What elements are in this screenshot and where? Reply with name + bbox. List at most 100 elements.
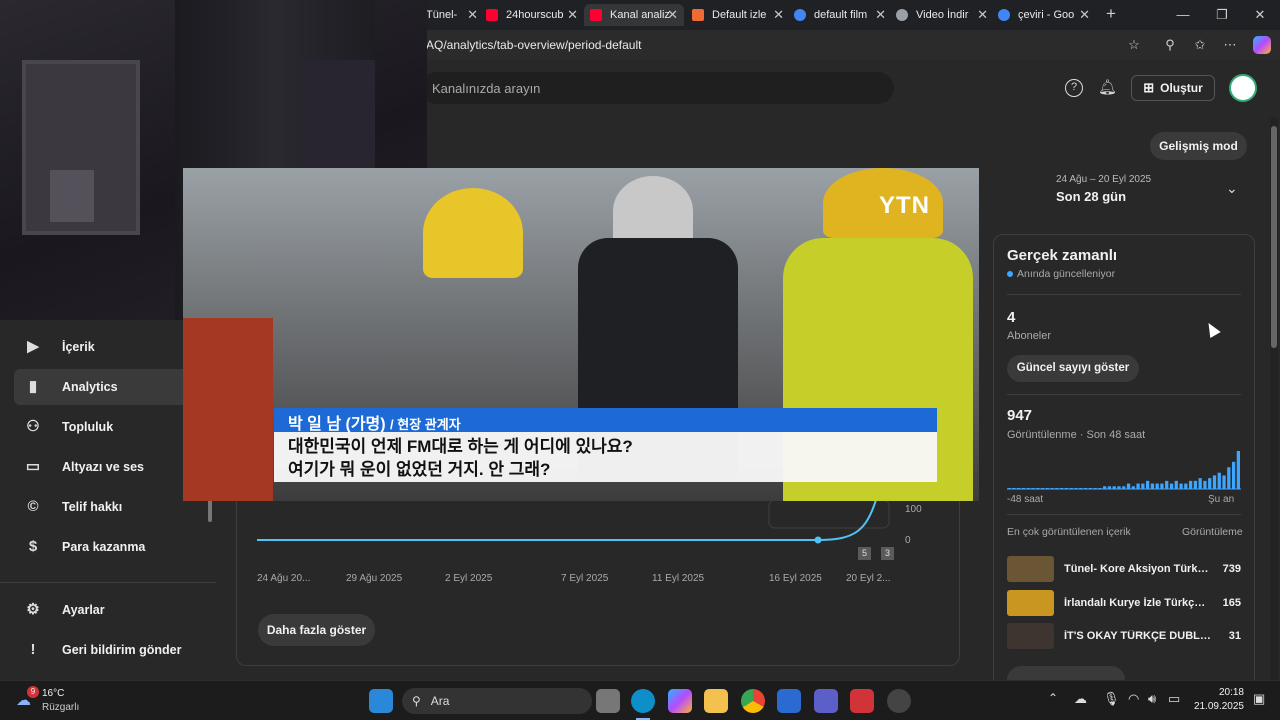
- sparkline-bar[interactable]: [1012, 488, 1016, 489]
- sparkline-bar[interactable]: [1117, 486, 1121, 489]
- url-field[interactable]: AQ/analytics/tab-overview/period-default: [426, 38, 641, 52]
- show-more-button[interactable]: Daha fazla göster: [258, 614, 375, 646]
- sparkline-bar[interactable]: [1045, 488, 1049, 489]
- store-icon[interactable]: [777, 689, 801, 713]
- create-button[interactable]: ⊞ Oluştur: [1131, 75, 1215, 101]
- close-window-icon[interactable]: ✕: [1251, 6, 1269, 24]
- help-icon[interactable]: ?: [1065, 79, 1083, 97]
- task-view-icon[interactable]: [596, 689, 620, 713]
- chrome-icon[interactable]: [741, 689, 765, 713]
- close-tab-icon[interactable]: ✕: [977, 7, 988, 23]
- sidebar-item-copyright[interactable]: © Telif hakkı: [14, 489, 210, 525]
- sparkline-bar[interactable]: [1093, 488, 1097, 489]
- favorites-icon[interactable]: ✩: [1191, 36, 1209, 54]
- sidebar-item-subtitles[interactable]: ▭ Altyazı ve ses: [14, 449, 210, 485]
- sparkline-bar[interactable]: [1107, 486, 1112, 489]
- channel-search-input[interactable]: Kanalınızda arayın: [420, 72, 894, 104]
- sparkline-bar[interactable]: [1198, 478, 1202, 489]
- tab-tunel[interactable]: Tünel- ✕: [426, 4, 478, 26]
- sparkline-bar[interactable]: [1064, 488, 1069, 489]
- notification-bell-icon[interactable]: 🔔︎: [1098, 79, 1117, 97]
- sidebar-item-content[interactable]: ▶ İçerik: [14, 329, 210, 365]
- sparkline-bar[interactable]: [1126, 483, 1131, 489]
- tab-ceviri[interactable]: çeviri - Goo ✕: [998, 4, 1090, 26]
- battery-icon[interactable]: ▭: [1168, 691, 1180, 707]
- clock-time[interactable]: 20:18: [1196, 687, 1244, 698]
- sparkline-bar[interactable]: [1074, 488, 1078, 489]
- chevron-down-icon[interactable]: ⌄: [1226, 180, 1238, 197]
- sparkline-bar[interactable]: [1098, 488, 1102, 489]
- sparkline-bar[interactable]: [1203, 480, 1207, 489]
- file-explorer-icon[interactable]: [704, 689, 728, 713]
- sidebar-item-settings[interactable]: ⚙ Ayarlar: [14, 592, 210, 628]
- chart-point[interactable]: [814, 536, 822, 544]
- chevron-up-icon[interactable]: ⌃: [1048, 691, 1058, 705]
- sparkline-bar[interactable]: [1212, 475, 1217, 489]
- sparkline-bar[interactable]: [1069, 488, 1073, 489]
- sparkline-bar[interactable]: [1217, 472, 1221, 489]
- sidebar-item-analytics[interactable]: ▮ Analytics: [14, 369, 210, 405]
- sparkline-bar[interactable]: [1079, 488, 1083, 489]
- sparkline-bar[interactable]: [1165, 480, 1169, 489]
- sidebar-item-feedback[interactable]: ! Geri bildirim gönder: [14, 632, 210, 668]
- sparkline-bar[interactable]: [1169, 483, 1174, 489]
- sparkline-bar[interactable]: [1160, 483, 1164, 489]
- sparkline-bar[interactable]: [1184, 483, 1188, 489]
- see-more-button[interactable]: [1007, 666, 1125, 680]
- sparkline-bar[interactable]: [1155, 483, 1159, 489]
- extensions-icon[interactable]: ⚲: [1161, 36, 1179, 54]
- wifi-icon[interactable]: ◠: [1128, 691, 1139, 707]
- new-tab-icon[interactable]: +: [1102, 5, 1120, 23]
- sparkline-bar[interactable]: [1088, 488, 1092, 489]
- sparkline-bar[interactable]: [1179, 483, 1183, 489]
- weather-temp[interactable]: 16°C: [42, 688, 64, 699]
- sparkline-bar[interactable]: [1131, 486, 1135, 489]
- sparkline-bar[interactable]: [1021, 488, 1026, 489]
- show-count-button[interactable]: Güncel sayıyı göster: [1007, 355, 1139, 382]
- sparkline-bar[interactable]: [1112, 486, 1116, 489]
- sparkline-bar[interactable]: [1060, 488, 1064, 489]
- sparkline-bar[interactable]: [1150, 483, 1155, 489]
- sparkline-bar[interactable]: [1031, 488, 1035, 489]
- microphone-icon[interactable]: 🎙︎: [1103, 691, 1120, 707]
- sparkline-bar[interactable]: [1193, 480, 1198, 489]
- sidebar-item-monetization[interactable]: $ Para kazanma: [14, 529, 210, 565]
- close-tab-icon[interactable]: ✕: [875, 7, 886, 23]
- sparkline-bar[interactable]: [1026, 488, 1030, 489]
- sparkline-bar[interactable]: [1083, 488, 1088, 489]
- sidebar-scrollbar[interactable]: [208, 498, 212, 522]
- onedrive-icon[interactable]: ☁: [1074, 691, 1087, 707]
- sparkline-bar[interactable]: [1188, 480, 1193, 489]
- close-tab-icon[interactable]: ✕: [467, 7, 478, 23]
- sparkline-bar[interactable]: [1145, 480, 1150, 489]
- page-scrollbar-thumb[interactable]: [1271, 126, 1277, 348]
- maximize-icon[interactable]: ❐: [1213, 6, 1231, 24]
- sparkline-bar[interactable]: [1055, 488, 1059, 489]
- sparkline-bar[interactable]: [1222, 475, 1226, 489]
- sparkline-bar[interactable]: [1174, 480, 1178, 489]
- advanced-mode-button[interactable]: Gelişmiş mod: [1150, 132, 1247, 160]
- sparkline-bar[interactable]: [1007, 488, 1011, 489]
- sidebar-item-community[interactable]: ⚇ Topluluk: [14, 409, 210, 445]
- tab-video-indir[interactable]: Video İndir ✕: [896, 4, 988, 26]
- volume-icon[interactable]: 🔊︎: [1148, 691, 1156, 707]
- tab-default-film[interactable]: default film ✕: [794, 4, 886, 26]
- sparkline-bar[interactable]: [1050, 488, 1054, 489]
- edge-icon[interactable]: [631, 689, 655, 713]
- taskbar-search[interactable]: ⚲ Ara: [402, 688, 592, 714]
- close-tab-icon[interactable]: ✕: [667, 7, 678, 23]
- sparkline-bar[interactable]: [1208, 478, 1212, 489]
- app-icon[interactable]: [887, 689, 911, 713]
- top-content-row[interactable]: İT'S OKAY TÜRKÇE DUBLAJ ... 31: [1007, 622, 1241, 650]
- sparkline-bar[interactable]: [1136, 483, 1140, 489]
- copilot-icon[interactable]: [668, 689, 692, 713]
- avatar[interactable]: [1229, 74, 1257, 102]
- sparkline-bar[interactable]: [1122, 486, 1126, 489]
- clock-date[interactable]: 21.09.2025: [1186, 701, 1244, 712]
- tab-default-izle[interactable]: Default izle ✕: [692, 4, 784, 26]
- video-marker[interactable]: 5: [858, 547, 871, 560]
- close-tab-icon[interactable]: ✕: [1079, 7, 1090, 23]
- sparkline-bar[interactable]: [1103, 486, 1107, 489]
- start-windows-icon[interactable]: [369, 689, 393, 713]
- favorite-star-icon[interactable]: ☆: [1125, 36, 1143, 54]
